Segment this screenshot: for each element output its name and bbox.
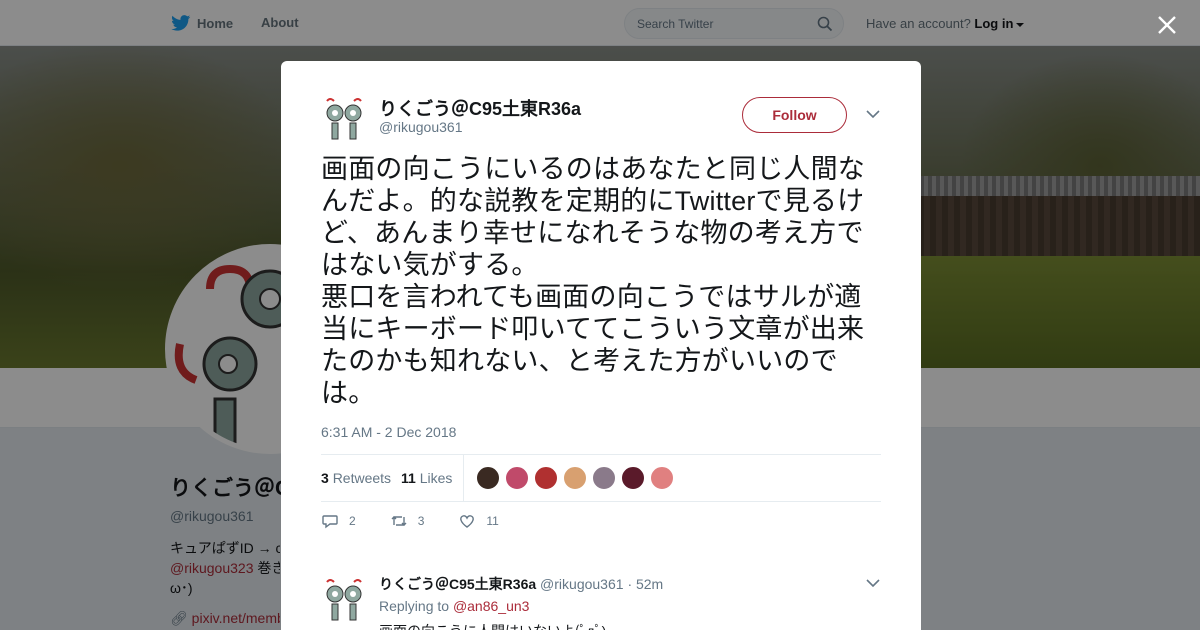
replying-to: Replying to @an86_un3 <box>379 598 529 614</box>
liker-avatar[interactable] <box>505 466 529 490</box>
like-count: 11 <box>401 470 416 486</box>
liker-avatar[interactable] <box>563 466 587 490</box>
retweets-stat[interactable]: 3 Retweets <box>321 470 391 486</box>
tweet-text: 画面の向こうにいるのはあなたと同じ人間なんだよ。的な説教を定期的にTwitter… <box>321 154 865 408</box>
tweet-author-avatar[interactable] <box>321 95 367 141</box>
tweet-timestamp[interactable]: 6:31 AM - 2 Dec 2018 <box>321 424 456 440</box>
retweets-label: Retweets <box>332 470 392 486</box>
retweet-icon <box>391 516 407 526</box>
like-action-count: 11 <box>486 514 499 528</box>
liker-avatar[interactable] <box>476 466 500 490</box>
reply-author-avatar[interactable] <box>321 576 367 622</box>
liker-avatars <box>476 466 674 490</box>
replying-prefix: Replying to <box>379 598 450 614</box>
likes-stat[interactable]: 11 Likes <box>401 470 452 486</box>
tweet-author-handle[interactable]: @rikugou361 <box>379 119 463 135</box>
reply-action[interactable]: 2 <box>321 512 356 530</box>
chevron-down-icon[interactable] <box>866 109 880 119</box>
likes-label: Likes <box>419 470 453 486</box>
tweet-author-name[interactable]: りくごう＠C95土東R36a <box>379 95 581 121</box>
reply-author-handle[interactable]: @rikugou361 <box>540 576 624 592</box>
like-action[interactable]: 11 <box>458 512 499 530</box>
liker-avatar[interactable] <box>650 466 674 490</box>
stats-divider <box>463 455 464 501</box>
liker-avatar[interactable] <box>621 466 645 490</box>
retweet-count: 3 <box>321 470 329 486</box>
reply-text: 画面の向こうに人間はいないよ(ﾟдﾟ) <box>379 621 606 630</box>
tweet-modal: りくごう＠C95土東R36a @rikugou361 Follow 画面の向こう… <box>281 61 921 630</box>
tweet-stats: 3 Retweets 11 Likes <box>321 454 881 502</box>
reply-count: 2 <box>349 514 356 528</box>
liker-avatar[interactable] <box>592 466 616 490</box>
liker-avatar[interactable] <box>534 466 558 490</box>
tweet-actions: 2 3 11 <box>321 512 533 530</box>
retweet-action[interactable]: 3 <box>390 512 425 530</box>
close-icon[interactable] <box>1155 13 1179 37</box>
reply-header: りくごう＠C95土東R36a @rikugou361 · 52m <box>379 574 663 594</box>
reply-icon <box>322 515 338 529</box>
reply-time[interactable]: · 52m <box>627 576 663 592</box>
retweet-action-count: 3 <box>417 514 425 528</box>
replying-to-link[interactable]: @an86_un3 <box>453 598 530 614</box>
reply-author-name[interactable]: りくごう＠C95土東R36a <box>379 576 536 592</box>
heart-icon <box>460 515 475 528</box>
reply-chevron-down-icon[interactable] <box>866 578 880 588</box>
follow-button[interactable]: Follow <box>742 97 847 133</box>
